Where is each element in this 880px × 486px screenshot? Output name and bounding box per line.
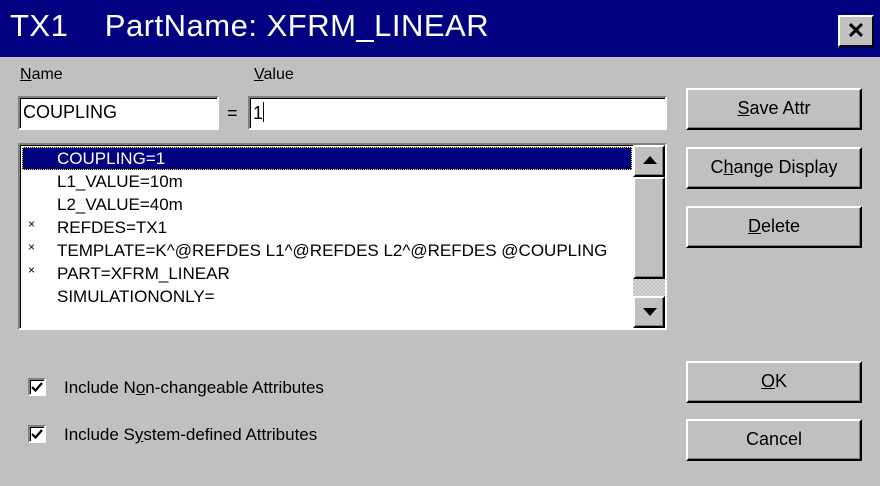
list-item[interactable]: × PART=XFRM_LINEAR bbox=[22, 262, 632, 285]
system-attribute-marker: × bbox=[28, 240, 36, 254]
list-item-text: COUPLING=1 bbox=[57, 149, 166, 168]
value-field[interactable]: 1 bbox=[248, 96, 667, 130]
list-item[interactable]: × TEMPLATE=K^@REFDES L1^@REFDES L2^@REFDE… bbox=[22, 239, 632, 262]
system-attribute-marker: × bbox=[28, 263, 36, 277]
list-item-text: PART=XFRM_LINEAR bbox=[57, 264, 230, 283]
non-changeable-checkbox[interactable] bbox=[28, 378, 46, 396]
list-item-text: L1_VALUE=10m bbox=[57, 172, 183, 191]
arrow-up-icon bbox=[643, 156, 657, 164]
list-item[interactable]: × REFDES=TX1 bbox=[22, 216, 632, 239]
non-changeable-label[interactable]: Include Non-changeable Attributes bbox=[64, 378, 324, 398]
list-item-text: SIMULATIONONLY= bbox=[57, 287, 215, 306]
name-field[interactable]: COUPLING bbox=[18, 96, 219, 130]
checkmark-icon bbox=[31, 429, 43, 440]
scroll-down-button[interactable] bbox=[633, 296, 665, 328]
list-scrollbar[interactable] bbox=[633, 145, 665, 328]
scroll-up-button[interactable] bbox=[633, 145, 665, 177]
text-cursor bbox=[263, 102, 265, 122]
close-icon: ✕ bbox=[846, 18, 866, 43]
window-title: TX1 PartName: XFRM_LINEAR bbox=[10, 8, 490, 43]
list-item-text: REFDES=TX1 bbox=[57, 218, 168, 237]
list-item[interactable]: L1_VALUE=10m bbox=[22, 170, 632, 193]
change-display-button[interactable]: Change Display bbox=[686, 147, 862, 189]
checkmark-icon bbox=[31, 382, 43, 393]
name-label: Name bbox=[20, 66, 63, 83]
list-item-text: L2_VALUE=40m bbox=[57, 195, 183, 214]
ok-button[interactable]: OK bbox=[686, 361, 862, 403]
value-text: 1 bbox=[253, 103, 264, 123]
value-label: Value bbox=[254, 66, 294, 83]
attribute-list[interactable]: COUPLING=1 L1_VALUE=10m L2_VALUE=40m × REFDE… bbox=[18, 143, 667, 330]
list-item[interactable]: SIMULATIONONLY= bbox=[22, 285, 632, 308]
cancel-button[interactable]: Cancel bbox=[686, 419, 862, 461]
system-attribute-marker: × bbox=[28, 217, 36, 231]
list-item[interactable]: L2_VALUE=40m bbox=[22, 193, 632, 216]
title-bar: TX1 PartName: XFRM_LINEAR ✕ bbox=[0, 0, 880, 57]
list-item-text: TEMPLATE=K^@REFDES L1^@REFDES L2^@REFDES… bbox=[57, 241, 608, 260]
scroll-thumb[interactable] bbox=[633, 177, 665, 279]
equals-sign: = bbox=[227, 103, 238, 123]
save-attr-button[interactable]: Save Attr bbox=[686, 88, 862, 130]
delete-button[interactable]: Delete bbox=[686, 206, 862, 248]
arrow-down-icon bbox=[643, 308, 657, 316]
system-defined-label[interactable]: Include System-defined Attributes bbox=[64, 425, 317, 445]
system-defined-checkbox[interactable] bbox=[28, 425, 46, 443]
list-item[interactable]: COUPLING=1 bbox=[22, 147, 632, 170]
close-button[interactable]: ✕ bbox=[838, 15, 874, 47]
